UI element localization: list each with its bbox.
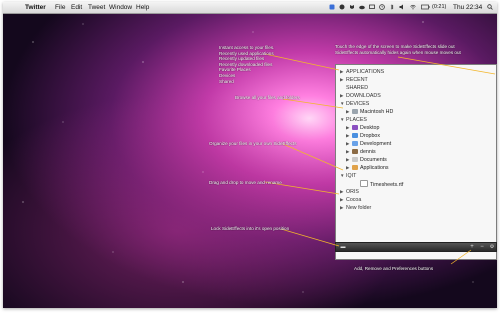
desktop-screen: Twitter File Edit Tweet Window Help (0:2… bbox=[3, 2, 497, 308]
annotation-browse: Browse all your files and folders bbox=[235, 95, 300, 100]
annotation-quick-access: Instant access to your files. Recently u… bbox=[219, 45, 275, 84]
annotation-buttons: Add, Remove and Preferences buttons bbox=[354, 266, 434, 271]
annotation-organize: Organize your files in your own SideEffe… bbox=[209, 141, 297, 146]
annotation-drag-drop: Drag and drop to move and rename bbox=[209, 180, 282, 185]
annotation-lock: Lock SideEffects into it's open position bbox=[211, 226, 290, 231]
annotation-slide-out: Touch the edge of the screen to make Sid… bbox=[335, 44, 461, 55]
